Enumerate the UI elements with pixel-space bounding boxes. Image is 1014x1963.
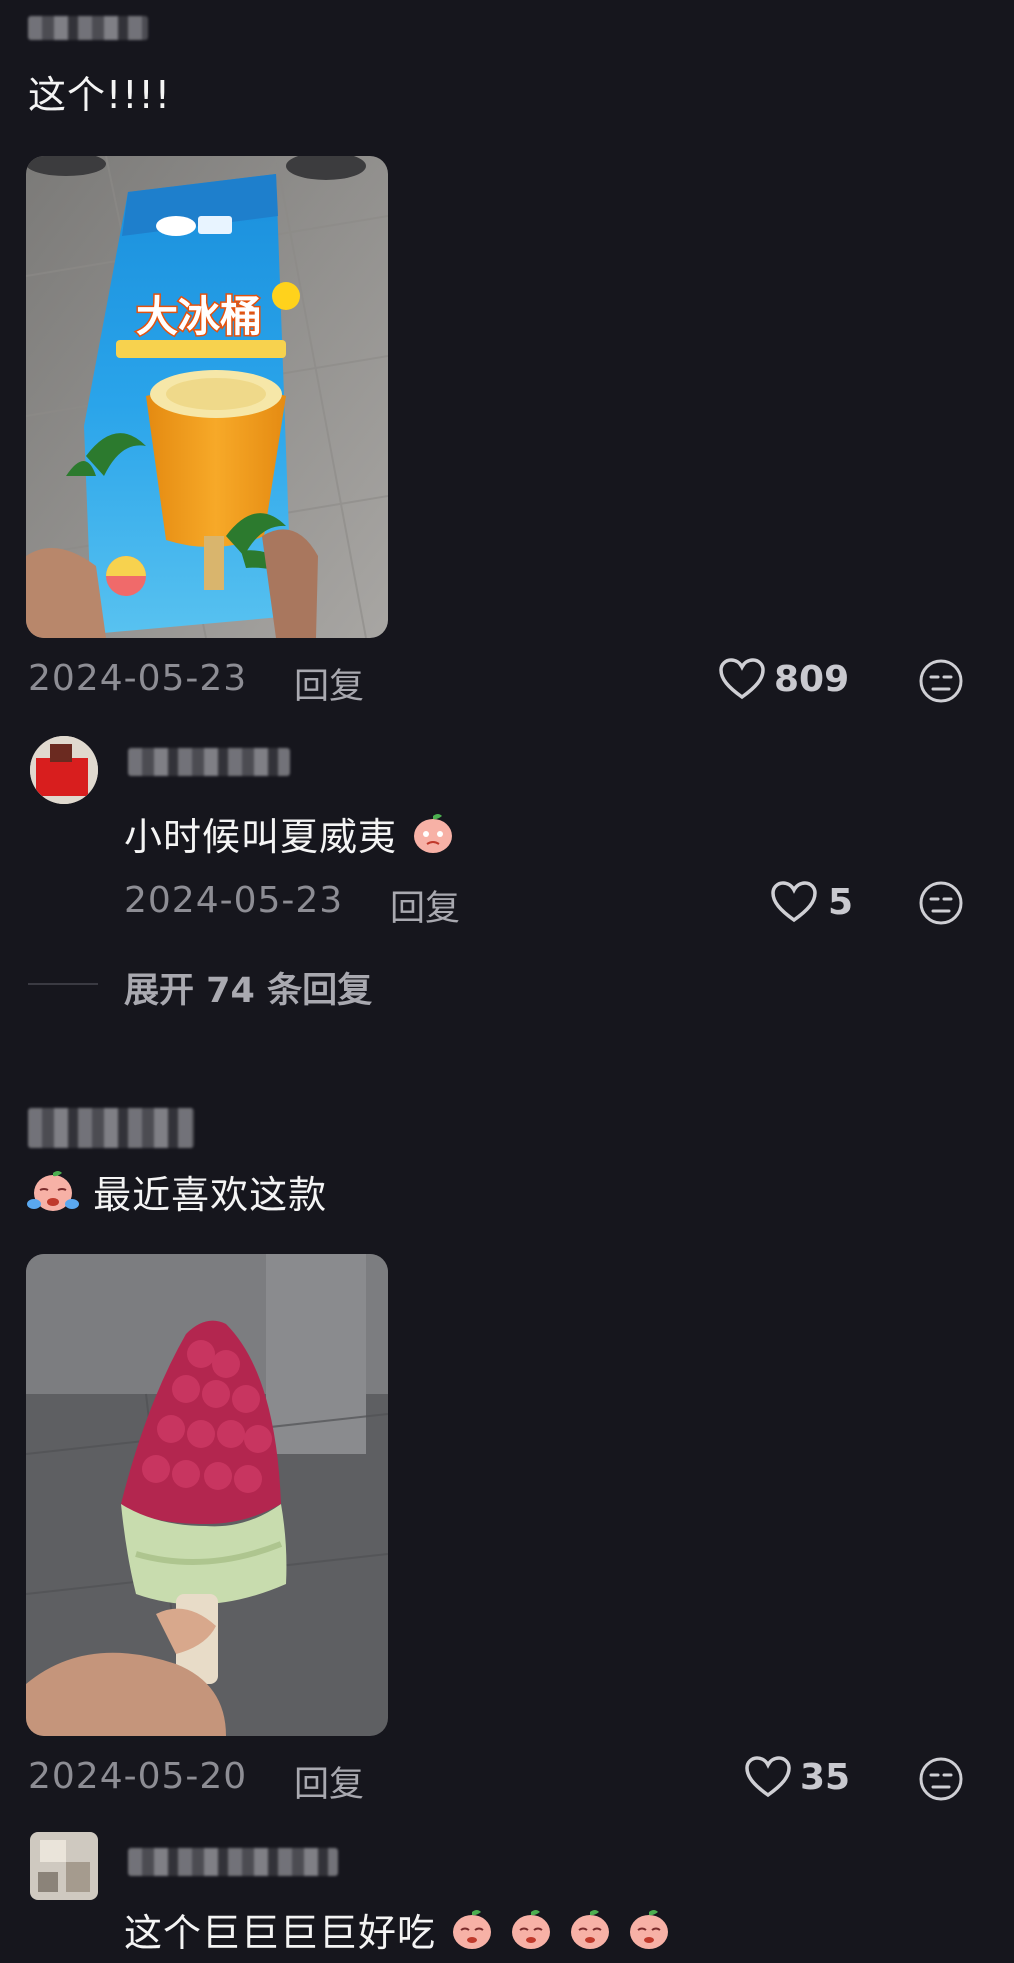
comment-text: 最近喜欢这款 (26, 1168, 327, 1218)
expand-divider (28, 983, 98, 985)
heart-icon (745, 1756, 791, 1798)
like-button[interactable]: 5 (770, 880, 853, 924)
reply-button[interactable]: 回复 (294, 1756, 364, 1807)
comment-photo-popsicle[interactable] (26, 1254, 388, 1736)
comment-photo-ice-cream-box[interactable]: 大冰桶 (26, 156, 388, 638)
username-blurred[interactable] (128, 748, 290, 776)
comment-text: 这个!!!! (28, 73, 171, 117)
avatar[interactable] (30, 736, 98, 804)
reply-text: 小时候叫夏威夷 (124, 810, 456, 860)
reply-text: 这个巨巨巨巨好吃 (124, 1906, 672, 1956)
expand-replies-button[interactable]: 展开 74 条回复 (124, 962, 372, 1013)
peach-cry-emoji-icon (571, 1910, 610, 1949)
heart-icon (719, 658, 765, 700)
like-button[interactable]: 35 (744, 1755, 850, 1799)
dislike-face-icon[interactable] (918, 1756, 964, 1806)
heart-icon (771, 881, 817, 923)
peach-cry-emoji-icon (512, 1910, 551, 1949)
like-count: 809 (774, 658, 850, 700)
reply-button[interactable]: 回复 (294, 658, 364, 709)
comment-date: 2024-05-20 (28, 1756, 248, 1797)
comment-date: 2024-05-23 (28, 658, 248, 699)
dislike-face-icon[interactable] (918, 658, 964, 708)
reply-button[interactable]: 回复 (390, 880, 460, 931)
peach-cry-emoji-icon (630, 1910, 669, 1949)
like-count: 35 (800, 1756, 851, 1798)
username-blurred[interactable] (128, 1848, 338, 1876)
like-button[interactable]: 809 (718, 657, 849, 701)
peach-cry-emoji-icon (414, 814, 453, 853)
avatar[interactable] (30, 1832, 98, 1900)
reply-date: 2024-05-23 (124, 880, 344, 921)
username-blurred[interactable] (28, 1108, 194, 1148)
username-blurred[interactable] (28, 16, 148, 40)
peach-cry-emoji-icon (453, 1910, 492, 1949)
dislike-face-icon[interactable] (918, 880, 964, 930)
crying-face-emoji-icon (27, 1171, 79, 1211)
like-count: 5 (828, 881, 854, 923)
package-title: 大冰桶 (136, 292, 262, 341)
